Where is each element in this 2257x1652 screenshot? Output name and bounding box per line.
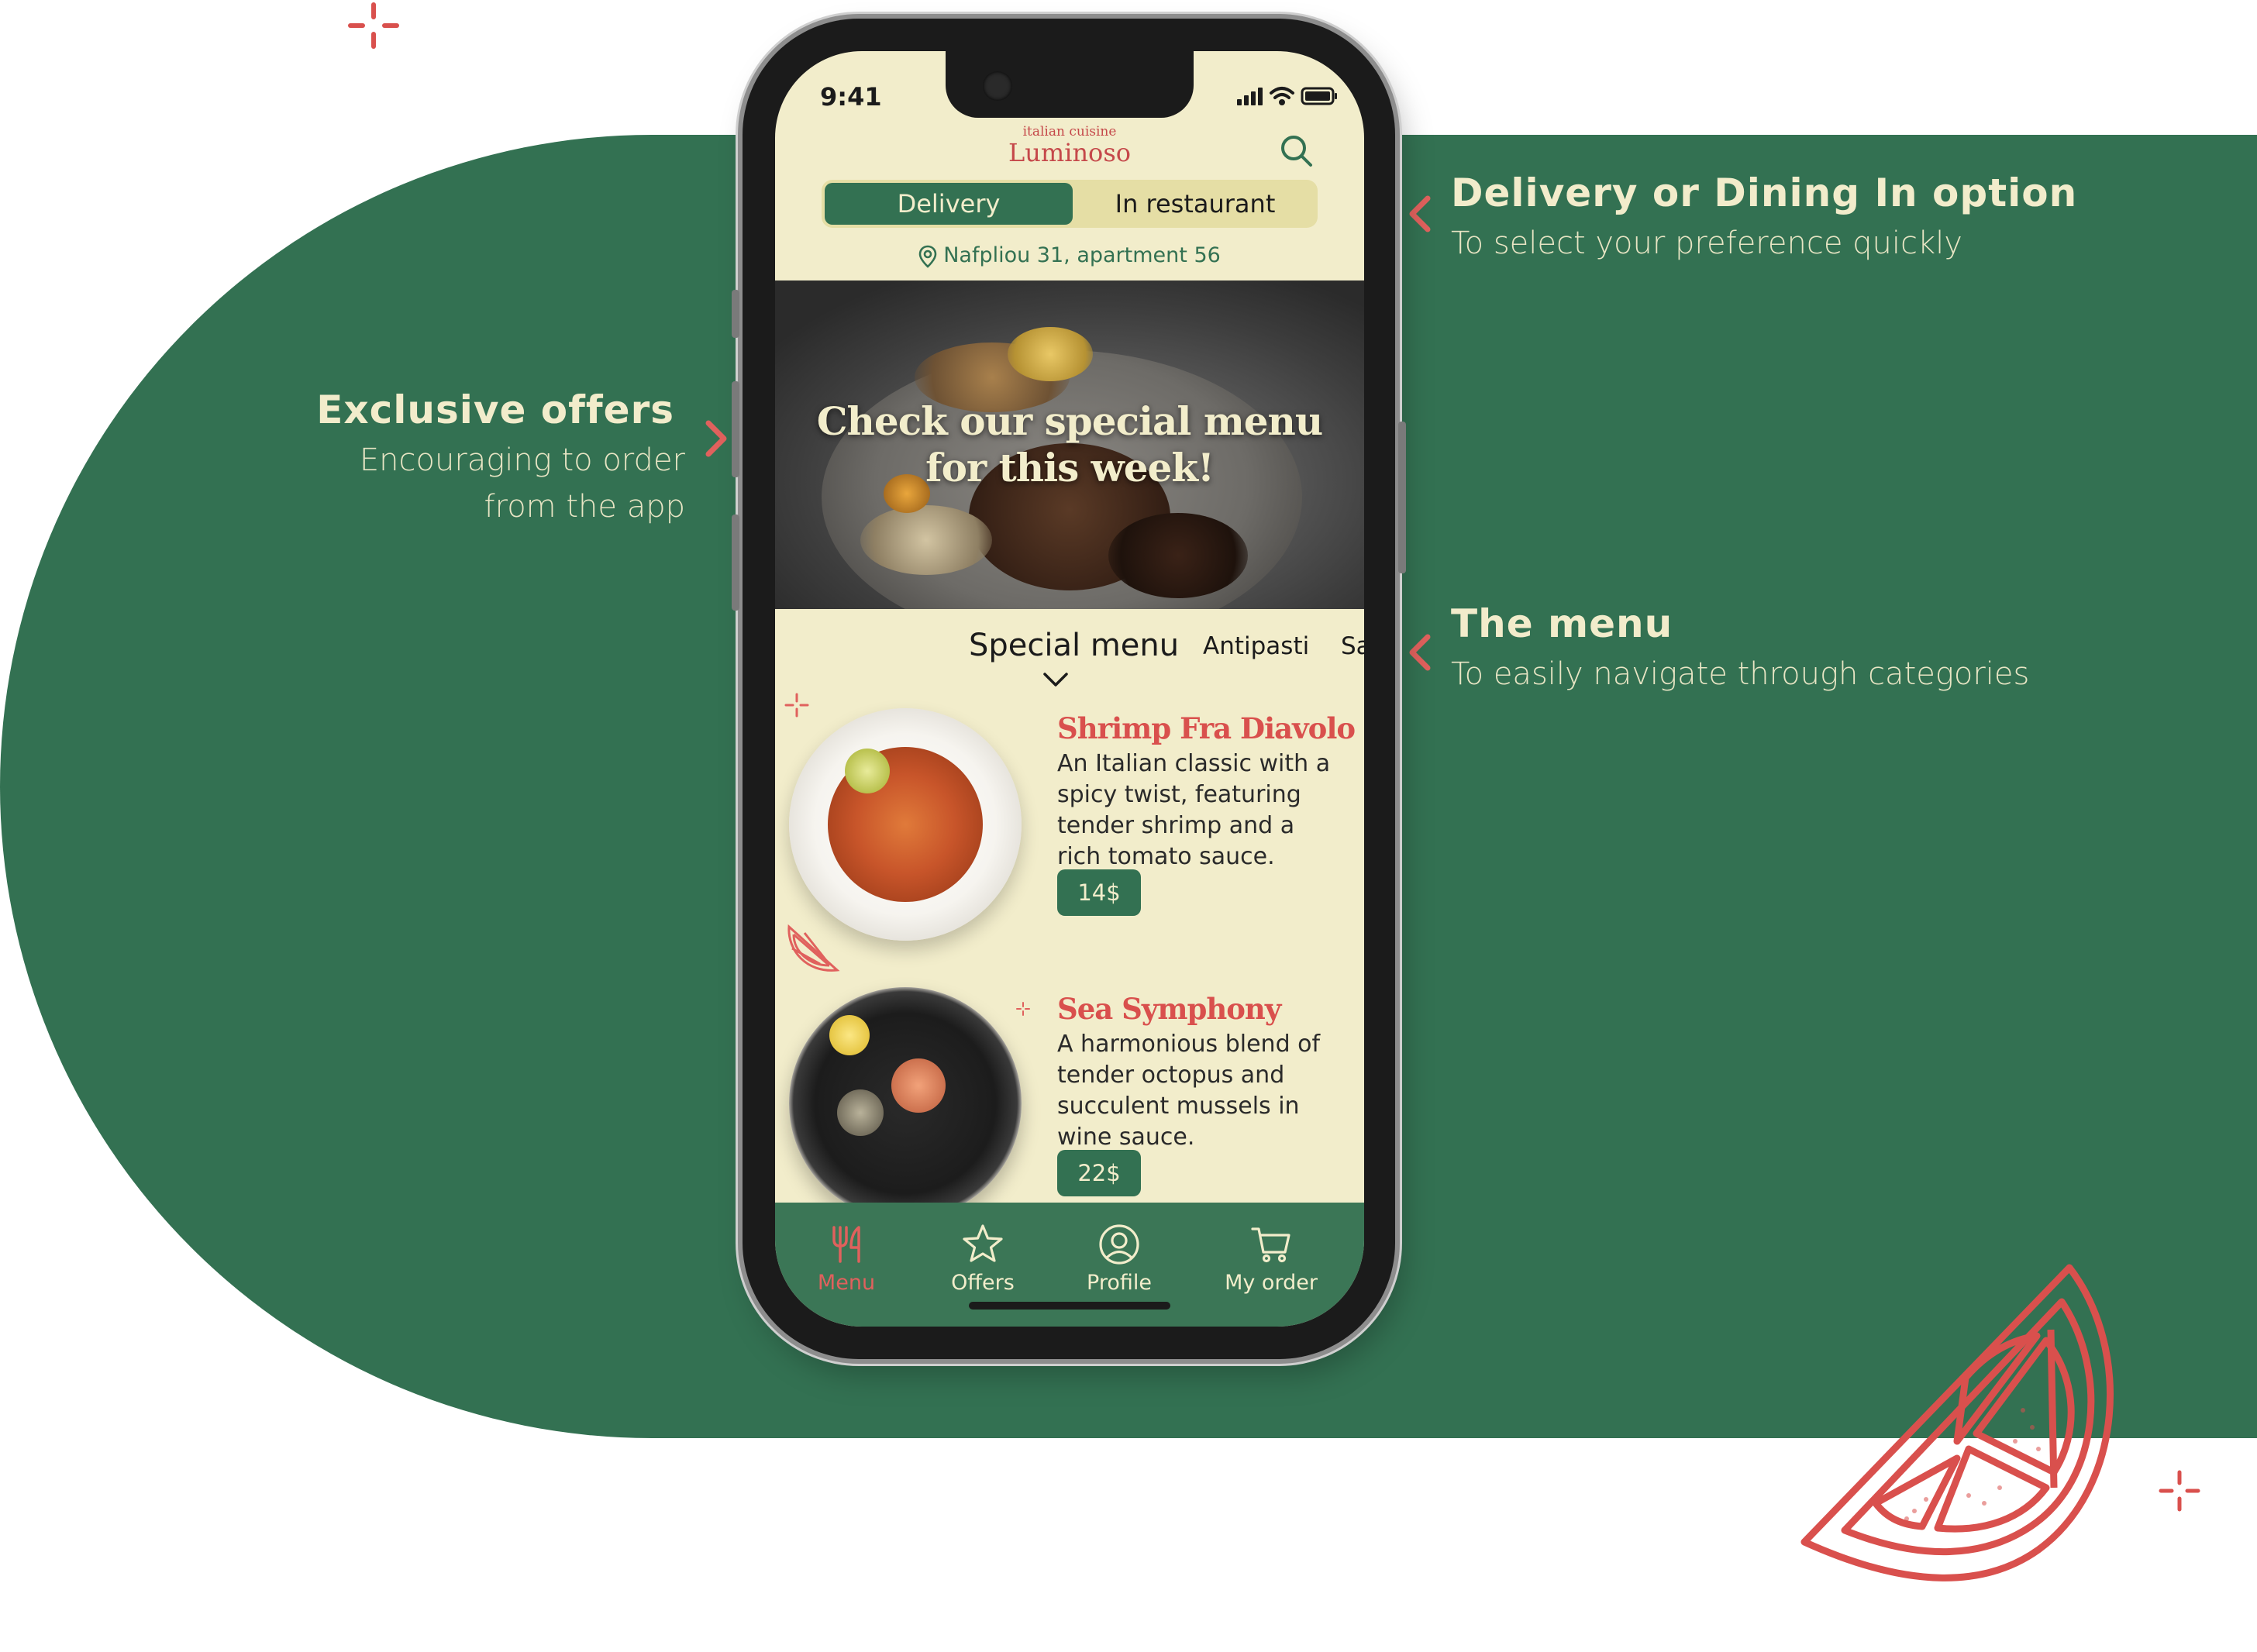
star-icon bbox=[963, 1224, 1003, 1262]
lime-icon bbox=[845, 749, 890, 793]
signal-icon bbox=[1237, 88, 1263, 105]
home-indicator bbox=[969, 1302, 1170, 1310]
order-mode-toggle: Delivery In restaurant bbox=[822, 180, 1318, 228]
banner-food bbox=[1108, 513, 1248, 598]
status-time: 9:41 bbox=[820, 82, 882, 112]
sparkle-icon bbox=[784, 693, 809, 718]
annotation-menu: The menu To easily navigate through cate… bbox=[1451, 601, 2029, 697]
annotation-subtitle: To easily navigate through categories bbox=[1451, 656, 2030, 692]
cart-icon bbox=[1251, 1227, 1290, 1263]
sparkle-icon bbox=[2159, 1470, 2200, 1512]
tab-label: Menu bbox=[817, 1271, 876, 1295]
sparkle-icon bbox=[1016, 1002, 1030, 1016]
side-button bbox=[1398, 422, 1406, 573]
notch bbox=[946, 51, 1194, 118]
tab-label: My order bbox=[1225, 1271, 1318, 1295]
dish-description: A harmonious blend of tender octopus and… bbox=[1057, 1031, 1321, 1151]
lemon-slice-icon bbox=[787, 924, 840, 972]
tab-label: Offers bbox=[951, 1271, 1015, 1295]
tab-my-order[interactable]: My order bbox=[1217, 1223, 1325, 1295]
banner-food bbox=[1008, 327, 1093, 381]
tab-profile[interactable]: Profile bbox=[1065, 1223, 1173, 1295]
side-button bbox=[732, 381, 739, 477]
location-pin-icon bbox=[918, 245, 937, 268]
address-text: Nafpliou 31, apartment 56 bbox=[943, 243, 1221, 267]
annotation-offers: Exclusive offers Encouraging to order fr… bbox=[295, 387, 685, 530]
dish-food bbox=[837, 1089, 884, 1136]
search-icon[interactable] bbox=[1277, 132, 1316, 170]
annotation-delivery: Delivery or Dining In option To select y… bbox=[1451, 170, 2077, 267]
banner-title-line: Check our special menu bbox=[816, 398, 1324, 444]
annotation-subtitle: To select your preference quickly bbox=[1451, 225, 1962, 261]
annotation-subtitle: Encouraging to order bbox=[359, 442, 685, 478]
lemon-icon bbox=[829, 1015, 870, 1055]
delivery-address[interactable]: Nafpliou 31, apartment 56 bbox=[775, 243, 1364, 268]
dish-description: An Italian classic with a spicy twist, f… bbox=[1057, 750, 1331, 870]
tab-antipasti[interactable]: Antipasti bbox=[1203, 632, 1309, 660]
sparkle-icon bbox=[348, 2, 399, 49]
banner-title: Check our special menu for this week! bbox=[775, 398, 1364, 491]
fork-knife-icon bbox=[832, 1226, 860, 1263]
lemon-slice-icon bbox=[1800, 1264, 2114, 1581]
chevron-left-icon bbox=[1409, 634, 1431, 671]
chevron-left-icon bbox=[1409, 195, 1431, 232]
brand-logo: Luminoso bbox=[1008, 138, 1131, 167]
dish-name: Sea Symphony bbox=[1057, 992, 1281, 1026]
tab-in-restaurant[interactable]: In restaurant bbox=[1076, 183, 1315, 225]
dish-name: Shrimp Fra Diavolo bbox=[1057, 711, 1356, 745]
promo-banner[interactable]: Check our special menu for this week! bbox=[775, 280, 1364, 609]
tab-special-menu[interactable]: Special menu bbox=[969, 628, 1179, 663]
chevron-down-icon bbox=[1043, 673, 1068, 687]
tab-menu[interactable]: Menu bbox=[792, 1223, 901, 1295]
annotation-title: Exclusive offers bbox=[316, 387, 674, 432]
banner-title-line: for this week! bbox=[925, 445, 1215, 490]
phone-mockup: 9:41 italian cuisine Luminoso Delivery I… bbox=[732, 19, 1406, 1359]
camera-icon bbox=[983, 71, 1012, 101]
annotation-subtitle: from the app bbox=[484, 489, 685, 525]
status-icons bbox=[1237, 87, 1337, 105]
add-to-order-button[interactable]: 22$ bbox=[1057, 1150, 1141, 1196]
annotation-title: The menu bbox=[1451, 601, 1673, 646]
app-screen: 9:41 italian cuisine Luminoso Delivery I… bbox=[775, 51, 1364, 1327]
tab-salads[interactable]: Sa bbox=[1341, 632, 1364, 660]
user-circle-icon bbox=[1099, 1224, 1139, 1265]
brand-tagline: italian cuisine bbox=[1022, 124, 1117, 139]
chevron-right-icon bbox=[705, 420, 727, 457]
tab-delivery[interactable]: Delivery bbox=[825, 183, 1073, 225]
annotation-title: Delivery or Dining In option bbox=[1451, 170, 2078, 215]
side-button bbox=[732, 290, 739, 338]
add-to-order-button[interactable]: 14$ bbox=[1057, 869, 1141, 916]
dish-food bbox=[891, 1058, 946, 1113]
banner-food bbox=[860, 505, 992, 575]
category-tabs: Special menu Antipasti Sa bbox=[775, 628, 1364, 674]
battery-icon bbox=[1301, 87, 1337, 105]
tab-offers[interactable]: Offers bbox=[929, 1223, 1037, 1295]
side-button bbox=[732, 515, 739, 611]
tab-label: Profile bbox=[1087, 1271, 1152, 1295]
wifi-icon bbox=[1270, 87, 1294, 105]
